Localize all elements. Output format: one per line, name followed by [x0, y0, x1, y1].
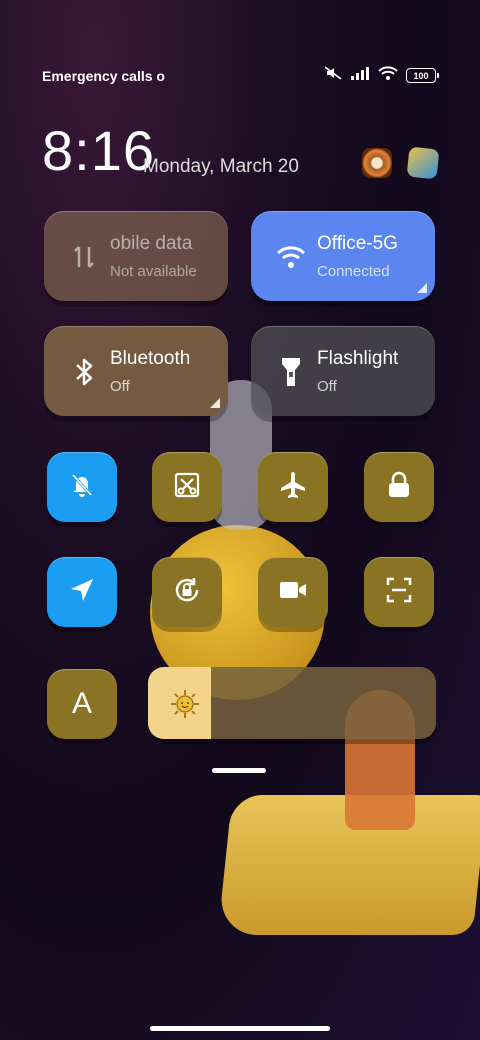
wifi-icon — [273, 239, 309, 275]
bluetooth-label: Bluetooth — [110, 348, 191, 369]
airplane-toggle[interactable] — [258, 452, 328, 522]
edit-app-icon[interactable] — [406, 146, 440, 180]
bluetooth-icon — [66, 354, 102, 390]
airplane-icon — [278, 470, 308, 505]
video-record-toggle[interactable] — [258, 557, 328, 627]
mute-icon — [324, 66, 342, 85]
flashlight-tile[interactable]: Flashlight Off — [251, 326, 435, 416]
mobile-data-label: obile data — [110, 233, 193, 254]
location-toggle[interactable] — [47, 557, 117, 627]
screenshot-toggle[interactable] — [152, 452, 222, 522]
clock-date: Monday, March 20 — [143, 156, 299, 177]
drag-handle[interactable] — [212, 768, 266, 773]
bell-off-icon — [67, 470, 97, 505]
wifi-label: Office-5G — [317, 233, 398, 254]
battery-icon: 100 — [406, 68, 439, 83]
bluetooth-tile[interactable]: Bluetooth Off — [44, 326, 228, 416]
signal-icon — [350, 66, 370, 85]
rotation-lock-toggle[interactable] — [152, 557, 222, 627]
flashlight-label: Flashlight — [317, 348, 399, 369]
flashlight-status: Off — [317, 378, 337, 395]
scanner-toggle[interactable] — [364, 557, 434, 627]
location-arrow-icon — [68, 576, 96, 609]
wifi-tile[interactable]: Office-5G Connected — [251, 211, 435, 301]
lock-icon — [386, 471, 412, 504]
wifi-expand-corner[interactable] — [417, 283, 427, 293]
mobile-data-tile[interactable]: obile data Not available — [44, 211, 228, 301]
auto-brightness-toggle[interactable]: A — [47, 669, 117, 739]
auto-brightness-letter: A — [71, 687, 92, 720]
silent-toggle[interactable] — [47, 452, 117, 522]
mobile-data-status: Not available — [110, 263, 197, 280]
navigation-bar[interactable] — [150, 1026, 330, 1031]
clock-time: 8:16 — [42, 119, 155, 182]
sun-icon — [170, 689, 200, 724]
rotation-lock-icon — [172, 575, 202, 610]
wifi-status-icon — [378, 66, 398, 85]
bluetooth-expand-corner[interactable] — [210, 398, 220, 408]
scan-icon — [385, 576, 413, 609]
status-icons: 100 — [324, 66, 439, 85]
bluetooth-status: Off — [110, 378, 130, 395]
screenshot-icon — [173, 471, 201, 504]
flashlight-icon — [273, 354, 309, 390]
video-camera-icon — [278, 578, 308, 607]
lock-toggle[interactable] — [364, 452, 434, 522]
wifi-status: Connected — [317, 263, 390, 280]
emergency-calls-text: Emergency calls o — [42, 68, 165, 84]
mobile-data-icon — [66, 239, 102, 275]
brightness-slider[interactable] — [148, 667, 436, 739]
donut-app-icon[interactable] — [362, 148, 392, 178]
